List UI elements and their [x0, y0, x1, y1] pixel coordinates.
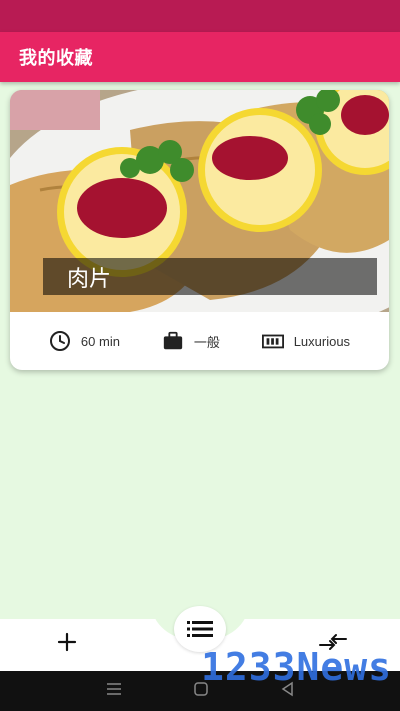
complexity-text: 一般 [193, 334, 220, 350]
money-icon [261, 330, 284, 352]
add-icon [57, 632, 77, 652]
meal-title-overlay: 肉片 [43, 258, 377, 295]
complexity-info: 一般 [162, 330, 220, 352]
menu-icon[interactable] [106, 682, 122, 701]
app-bar: 我的收藏 [0, 32, 400, 82]
meal-title: 肉片 [67, 265, 112, 291]
watermark: 1233News [200, 645, 392, 689]
meal-meta: 60 min 一般 Luxurious [10, 312, 389, 370]
meal-card[interactable]: 肉片 60 min 一般 Luxurious [10, 90, 389, 370]
briefcase-icon [162, 330, 184, 352]
clock-icon [49, 330, 71, 352]
meal-image: 肉片 [10, 90, 389, 312]
add-button[interactable] [47, 624, 87, 660]
page-title: 我的收藏 [19, 48, 93, 68]
status-bar [0, 0, 400, 32]
list-icon [187, 621, 213, 637]
affordability-text: Luxurious [293, 333, 351, 349]
affordability-info: Luxurious [261, 330, 351, 352]
duration-info: 60 min [49, 330, 120, 352]
duration-text: 60 min [80, 333, 120, 349]
